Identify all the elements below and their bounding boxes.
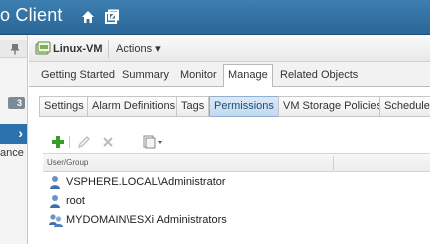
subtab-tags[interactable]: Tags — [176, 96, 210, 117]
user-icon — [50, 195, 60, 208]
delete-icon[interactable] — [101, 135, 115, 149]
pin-icon[interactable] — [10, 43, 20, 55]
tab-related-objects[interactable]: Related Objects — [276, 65, 362, 87]
permissions-toolbar — [29, 132, 430, 152]
subtab-vm-storage-policies[interactable]: VM Storage Policies — [278, 96, 388, 117]
user-icon — [50, 176, 60, 189]
subtab-scheduled[interactable]: Scheduled — [379, 96, 430, 117]
sub-tabs: Settings Alarm Definitions Tags Permissi… — [29, 87, 430, 127]
home-icon[interactable] — [80, 9, 96, 25]
column-header-user-group[interactable]: User/Group — [47, 158, 88, 167]
grid-header: User/Group — [43, 153, 430, 172]
navigator-panel: 3 › ance — [0, 35, 28, 244]
new-window-icon[interactable] — [104, 9, 120, 25]
subtab-permissions[interactable]: Permissions — [209, 96, 279, 117]
table-row[interactable]: MYDOMAIN\ESXi Administrators — [43, 211, 430, 230]
export-menu-icon[interactable] — [143, 135, 165, 149]
count-badge: 3 — [8, 97, 25, 109]
column-divider[interactable] — [333, 156, 334, 170]
subtab-settings[interactable]: Settings — [39, 96, 89, 117]
tab-monitor[interactable]: Monitor — [176, 65, 221, 87]
subtab-alarm-definitions[interactable]: Alarm Definitions — [87, 96, 181, 117]
actions-menu-button[interactable]: Actions ▾ — [116, 42, 161, 55]
table-row[interactable]: VSPHERE.LOCAL\Administrator — [43, 173, 430, 192]
add-permission-icon[interactable] — [51, 135, 65, 149]
vm-name: Linux-VM — [53, 43, 103, 55]
tab-summary[interactable]: Summary — [118, 65, 173, 87]
user-group-name: root — [66, 195, 85, 207]
toolbar-divider — [69, 136, 70, 148]
user-group-name: VSPHERE.LOCAL\Administrator — [66, 176, 226, 188]
main-tabs: Getting Started Summary Monitor Manage R… — [29, 62, 430, 88]
navigator-selected-item[interactable]: › — [0, 124, 27, 144]
header-divider — [108, 40, 109, 58]
tab-manage[interactable]: Manage — [223, 64, 273, 88]
object-header: Linux-VM Actions ▾ — [29, 36, 430, 62]
vm-icon — [35, 41, 51, 55]
edit-icon[interactable] — [77, 135, 91, 149]
table-row[interactable]: root — [43, 192, 430, 211]
title-bar: o Client — [0, 0, 430, 35]
navigator-item-label[interactable]: ance — [0, 147, 24, 159]
user-group-name: MYDOMAIN\ESXi Administrators — [66, 214, 227, 226]
tab-getting-started[interactable]: Getting Started — [37, 65, 119, 87]
group-icon — [49, 214, 63, 227]
app-title: o Client — [0, 5, 63, 25]
navigator-header — [0, 40, 27, 58]
